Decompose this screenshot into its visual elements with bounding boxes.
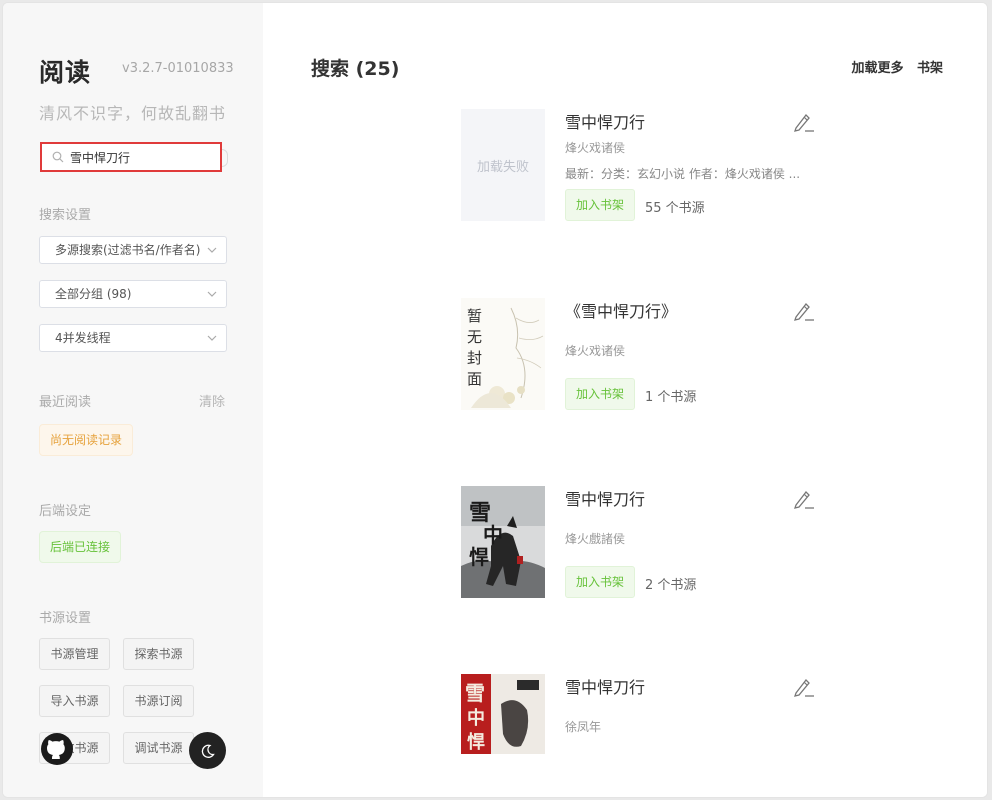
bookshelf-link[interactable]: 书架 (917, 61, 943, 76)
book-intro: 最新：分类：玄幻小说 作者：烽火戏诸侯 ... (565, 167, 801, 181)
book-cover[interactable]: 暂无封面 (461, 298, 545, 410)
version-label: v3.2.7-01010833 (122, 61, 234, 76)
recent-reading-label: 最近阅读 (39, 395, 92, 410)
search-mode-value: 多源搜索(过滤书名/作者名) (55, 243, 200, 257)
book-author: 烽火戏诸侯 (565, 141, 626, 155)
dark-mode-toggle[interactable] (189, 732, 226, 769)
source-count: 2 个书源 (645, 578, 697, 593)
book-cover[interactable]: 雪 中 悍 (461, 674, 545, 754)
book-item[interactable]: 加载失败 雪中悍刀行 烽火戏诸侯 最新：分类：玄幻小说 作者：烽火戏诸侯 ...… (461, 109, 821, 221)
backend-settings-label: 后端设定 (39, 504, 92, 519)
book-author: 徐凤年 (565, 720, 602, 734)
book-item[interactable]: 暂无封面 《雪中悍刀行》 烽火戏诸侯 加入书架 1 个书源 (461, 298, 821, 410)
book-author: 烽火戏诸侯 (565, 344, 626, 358)
search-mode-select[interactable]: 多源搜索(过滤书名/作者名) (39, 236, 227, 264)
search-icon (52, 151, 64, 163)
cover-image: 雪 中 悍 (461, 674, 545, 754)
book-name[interactable]: 《雪中悍刀行》 (565, 298, 677, 322)
source-count: 1 个书源 (645, 390, 697, 405)
search-box[interactable] (40, 142, 222, 172)
svg-text:雪: 雪 (465, 681, 485, 705)
search-box-edge (222, 149, 228, 167)
chevron-down-icon (207, 291, 217, 297)
source-settings-label: 书源设置 (39, 611, 92, 626)
cover-load-failed: 加载失败 (476, 159, 529, 175)
app-window: 阅读 v3.2.7-01010833 清风不识字，何故乱翻书 搜索设置 多源搜索… (2, 2, 988, 798)
explore-source-button[interactable]: 探索书源 (123, 638, 194, 670)
search-input[interactable] (70, 150, 210, 164)
book-cover[interactable]: 雪 中 悍 (461, 486, 545, 598)
edit-icon[interactable] (791, 111, 815, 133)
add-to-shelf-button[interactable]: 加入书架 (565, 566, 635, 598)
chevron-down-icon (207, 247, 217, 253)
backend-status-tag[interactable]: 后端已连接 (39, 531, 122, 563)
debug-source-button[interactable]: 调试书源 (123, 732, 194, 764)
source-manage-button[interactable]: 书源管理 (39, 638, 110, 670)
clear-history-link[interactable]: 清除 (199, 391, 225, 410)
moon-icon (201, 744, 215, 758)
cover-title-vertical: 暂无封面 (467, 307, 483, 388)
group-value: 全部分组 (98) (55, 287, 132, 301)
import-source-button[interactable]: 导入书源 (39, 685, 110, 717)
book-item[interactable]: 雪 中 悍 雪中悍刀行 烽火戲諸侯 加入书架 2 个书源 (461, 486, 821, 598)
top-links: 加载更多 书架 (842, 57, 943, 76)
book-name[interactable]: 雪中悍刀行 (565, 486, 645, 510)
thread-select[interactable]: 4并发线程 (39, 324, 227, 352)
edit-icon[interactable] (791, 300, 815, 322)
edit-icon[interactable] (791, 488, 815, 510)
sidebar: 阅读 v3.2.7-01010833 清风不识字，何故乱翻书 搜索设置 多源搜索… (3, 3, 263, 797)
page-title: 搜索 (25) (311, 58, 400, 80)
slogan: 清风不识字，何故乱翻书 (39, 104, 227, 123)
svg-text:中: 中 (467, 707, 485, 729)
cover-image: 雪 中 悍 (461, 486, 545, 598)
book-author: 烽火戲諸侯 (565, 532, 626, 546)
book-cover[interactable]: 加载失败 (461, 109, 545, 221)
book-name[interactable]: 雪中悍刀行 (565, 109, 645, 133)
add-to-shelf-button[interactable]: 加入书架 (565, 378, 635, 410)
github-icon[interactable] (41, 733, 73, 765)
book-name[interactable]: 雪中悍刀行 (565, 674, 645, 698)
load-more-link[interactable]: 加载更多 (851, 61, 903, 76)
svg-text:中: 中 (483, 523, 503, 547)
main-panel: 搜索 (25) 加载更多 书架 加载失败 雪中悍刀行 烽火戏诸侯 最新：分类：玄… (263, 3, 987, 797)
group-select[interactable]: 全部分组 (98) (39, 280, 227, 308)
book-item[interactable]: 雪 中 悍 雪中悍刀行 徐凤年 (461, 674, 821, 786)
add-to-shelf-button[interactable]: 加入书架 (565, 189, 635, 221)
source-count: 55 个书源 (645, 201, 705, 216)
subscribe-source-button[interactable]: 书源订阅 (123, 685, 194, 717)
app-title: 阅读 (39, 58, 92, 87)
chevron-down-icon (207, 335, 217, 341)
edit-icon[interactable] (791, 676, 815, 698)
search-settings-label: 搜索设置 (39, 208, 92, 223)
svg-text:悍: 悍 (469, 545, 489, 569)
svg-text:悍: 悍 (467, 731, 485, 753)
no-history-tag: 尚无阅读记录 (39, 424, 134, 456)
thread-value: 4并发线程 (55, 331, 111, 345)
